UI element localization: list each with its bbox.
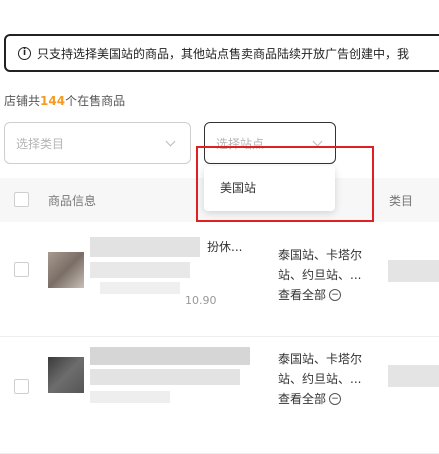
category-select-placeholder: 选择类目 — [16, 136, 65, 151]
collapse-minus-icon: − — [329, 289, 342, 301]
blurred-meta — [90, 391, 170, 403]
blurred-subtitle — [90, 369, 240, 385]
blurred-category — [388, 260, 439, 282]
count-number: 144 — [40, 94, 66, 108]
sites-cell: 泰国站、卡塔尔 站、约旦站、... 查看全部 − — [278, 349, 378, 409]
blurred-title — [90, 237, 200, 257]
chevron-down-icon — [312, 136, 323, 147]
count-suffix: 个在售商品 — [65, 94, 126, 108]
sites-line: 站、约旦站、... — [278, 372, 362, 386]
product-thumbnail — [48, 357, 84, 393]
product-price-fragment: 10.90 — [185, 294, 217, 307]
row-checkbox[interactable] — [14, 262, 29, 277]
sites-line: 站、约旦站、... — [278, 268, 362, 282]
blurred-meta — [100, 282, 180, 294]
site-select-placeholder: 选择站点 — [216, 136, 265, 151]
view-all-label: 查看全部 — [278, 288, 327, 302]
view-all-label: 查看全部 — [278, 392, 327, 406]
blurred-title — [90, 347, 250, 365]
blurred-category — [388, 365, 439, 387]
collapse-minus-icon: − — [329, 393, 342, 405]
product-thumbnail — [48, 252, 84, 288]
chevron-down-icon — [165, 136, 176, 147]
table-row: 扮休... 10.90 泰国站、卡塔尔 站、约旦站、... 查看全部 − — [0, 222, 439, 337]
sites-cell: 泰国站、卡塔尔 站、约旦站、... 查看全部 − — [278, 245, 378, 305]
row-checkbox[interactable] — [14, 379, 29, 394]
blurred-subtitle — [90, 262, 190, 278]
product-title-fragment: 扮休... — [207, 240, 243, 254]
table-row: 泰国站、卡塔尔 站、约旦站、... 查看全部 − — [0, 339, 439, 454]
view-all-link[interactable]: 查看全部 − — [278, 285, 378, 305]
view-all-link[interactable]: 查看全部 − — [278, 389, 378, 409]
sites-line: 泰国站、卡塔尔 — [278, 352, 363, 366]
product-count: 店铺共144个在售商品 — [4, 92, 125, 109]
category-select[interactable]: 选择类目 — [4, 122, 191, 164]
dropdown-option-us-site[interactable]: 美国站 — [220, 179, 256, 196]
site-dropdown-menu: 美国站 — [204, 166, 335, 211]
header-category: 类目 — [389, 194, 414, 208]
header-product-info: 商品信息 — [48, 194, 97, 208]
notice-text: 只支持选择美国站的商品，其他站点售卖商品陆续开放广告创建中，我 — [37, 46, 410, 61]
sites-line: 泰国站、卡塔尔 — [278, 248, 363, 262]
notice-banner: i 只支持选择美国站的商品，其他站点售卖商品陆续开放广告创建中，我 — [4, 34, 439, 72]
info-icon: i — [18, 46, 31, 60]
site-select[interactable]: 选择站点 — [204, 122, 336, 164]
select-all-checkbox[interactable] — [14, 192, 29, 207]
count-prefix: 店铺共 — [4, 94, 41, 108]
